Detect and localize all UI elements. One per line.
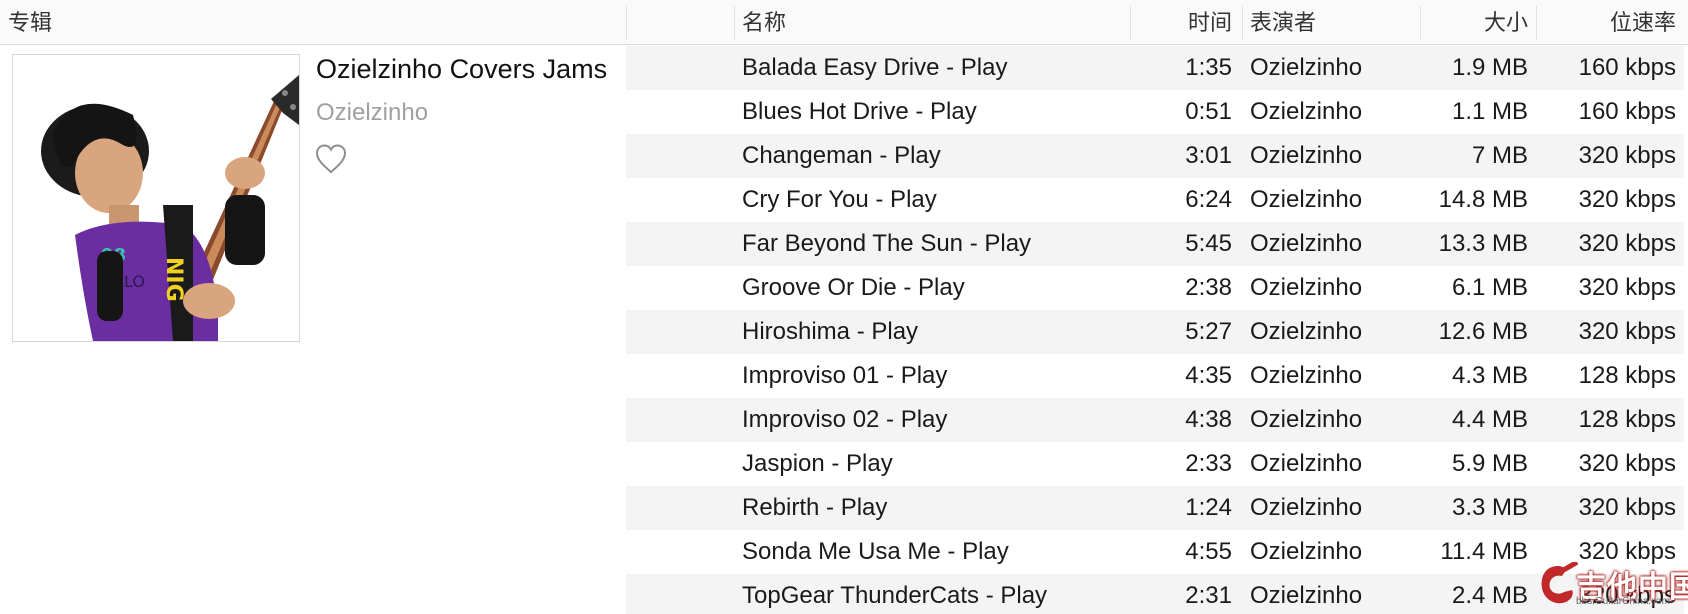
track-artist: Ozielzinho xyxy=(1250,54,1363,81)
track-artist: Ozielzinho xyxy=(1250,406,1363,433)
column-divider[interactable] xyxy=(1242,6,1243,40)
track-time: 2:33 xyxy=(1185,450,1232,477)
track-row[interactable]: Far Beyond The Sun - Play 5:45 Ozielzinho 1… xyxy=(626,222,1684,266)
track-artist: Ozielzinho xyxy=(1250,582,1363,609)
track-time: 5:45 xyxy=(1185,230,1232,257)
track-artist: Ozielzinho xyxy=(1250,142,1363,169)
track-size: 13.3 MB xyxy=(1438,230,1528,257)
track-name: Blues Hot Drive - Play xyxy=(742,98,977,125)
track-row[interactable]: Changeman - Play 3:01 Ozielzinho 7 MB 320 kb… xyxy=(626,134,1684,178)
track-bitrate: 320 kbps xyxy=(1578,318,1676,345)
track-row[interactable]: TopGear ThunderCats - Play 2:31 Ozielzinho… xyxy=(626,574,1684,614)
track-size: 14.8 MB xyxy=(1438,186,1528,213)
track-time: 4:55 xyxy=(1185,538,1232,565)
track-time: 1:35 xyxy=(1185,54,1232,81)
column-header-album[interactable]: 专辑 xyxy=(8,0,52,44)
track-artist: Ozielzinho xyxy=(1250,186,1363,213)
track-name: Jaspion - Play xyxy=(742,450,893,477)
track-artist: Ozielzinho xyxy=(1250,538,1363,565)
track-list: Balada Easy Drive - Play 1:35 Ozielzinho 1.… xyxy=(626,46,1684,614)
track-row[interactable]: Groove Or Die - Play 2:38 Ozielzinho 6.1 MB… xyxy=(626,266,1684,310)
music-library-window: 专辑 名称 时间 表演者 大小 位速率 NIG BLO Ozielzinho C… xyxy=(0,0,1688,614)
track-name: Cry For You - Play xyxy=(742,186,937,213)
track-bitrate: 160 kbps xyxy=(1578,54,1676,81)
track-name: Improviso 02 - Play xyxy=(742,406,948,433)
watermark-url: bbs.GuitarChina.com xyxy=(1576,596,1670,607)
track-artist: Ozielzinho xyxy=(1250,450,1363,477)
track-time: 1:24 xyxy=(1185,494,1232,521)
track-size: 2.4 MB xyxy=(1451,582,1528,609)
track-size: 6.1 MB xyxy=(1451,274,1528,301)
track-time: 5:27 xyxy=(1185,318,1232,345)
album-artist[interactable]: Ozielzinho xyxy=(316,99,428,127)
column-header-bar: 专辑 名称 时间 表演者 大小 位速率 xyxy=(0,0,1688,45)
track-name: Groove Or Die - Play xyxy=(742,274,965,301)
track-row[interactable]: Rebirth - Play 1:24 Ozielzinho 3.3 MB 320 kb… xyxy=(626,486,1684,530)
track-time: 3:01 xyxy=(1185,142,1232,169)
track-time: 2:38 xyxy=(1185,274,1232,301)
watermark-logo: 吉他中国 bbs.GuitarChina.com xyxy=(1536,560,1688,610)
track-row[interactable]: Balada Easy Drive - Play 1:35 Ozielzinho 1.… xyxy=(626,46,1684,90)
track-row[interactable]: Blues Hot Drive - Play 0:51 Ozielzinho 1.1 … xyxy=(626,90,1684,134)
track-bitrate: 160 kbps xyxy=(1578,98,1676,125)
album-artwork[interactable]: NIG 98 BLO xyxy=(12,54,300,342)
track-bitrate: 320 kbps xyxy=(1578,186,1676,213)
column-header-artist[interactable]: 表演者 xyxy=(1250,0,1316,44)
track-artist: Ozielzinho xyxy=(1250,274,1363,301)
track-size: 4.3 MB xyxy=(1451,362,1528,389)
track-name: TopGear ThunderCats - Play xyxy=(742,582,1048,609)
track-size: 7 MB xyxy=(1471,142,1528,169)
track-row[interactable]: Jaspion - Play 2:33 Ozielzinho 5.9 MB 320 kb… xyxy=(626,442,1684,486)
column-header-bitrate[interactable]: 位速率 xyxy=(1540,0,1676,44)
track-time: 2:31 xyxy=(1185,582,1232,609)
album-artwork-image: NIG 98 BLO xyxy=(13,55,299,341)
track-row[interactable]: Cry For You - Play 6:24 Ozielzinho 14.8 MB 3… xyxy=(626,178,1684,222)
track-size: 11.4 MB xyxy=(1440,538,1528,565)
column-divider[interactable] xyxy=(626,6,627,40)
heart-outline-icon[interactable] xyxy=(314,143,348,175)
svg-text:NIG: NIG xyxy=(161,257,186,302)
track-size: 3.3 MB xyxy=(1451,494,1528,521)
track-row[interactable]: Improviso 01 - Play 4:35 Ozielzinho 4.3 MB 1… xyxy=(626,354,1684,398)
track-size: 5.9 MB xyxy=(1451,450,1528,477)
track-time: 4:35 xyxy=(1185,362,1232,389)
track-bitrate: 320 kbps xyxy=(1578,274,1676,301)
column-header-time[interactable]: 时间 xyxy=(1126,0,1232,44)
track-name: Balada Easy Drive - Play xyxy=(742,54,1008,81)
track-artist: Ozielzinho xyxy=(1250,362,1363,389)
track-row[interactable]: Improviso 02 - Play 4:38 Ozielzinho 4.4 MB 1… xyxy=(626,398,1684,442)
track-size: 4.4 MB xyxy=(1451,406,1528,433)
track-name: Sonda Me Usa Me - Play xyxy=(742,538,1009,565)
track-name: Changeman - Play xyxy=(742,142,941,169)
track-size: 12.6 MB xyxy=(1438,318,1528,345)
track-artist: Ozielzinho xyxy=(1250,318,1363,345)
guitar-logo-icon xyxy=(1541,562,1579,604)
track-bitrate: 320 kbps xyxy=(1578,494,1676,521)
track-row[interactable]: Hiroshima - Play 5:27 Ozielzinho 12.6 MB 320… xyxy=(626,310,1684,354)
track-name: Rebirth - Play xyxy=(742,494,888,521)
track-row[interactable]: Sonda Me Usa Me - Play 4:55 Ozielzinho 11.4… xyxy=(626,530,1684,574)
track-bitrate: 320 kbps xyxy=(1578,230,1676,257)
track-time: 0:51 xyxy=(1185,98,1232,125)
column-divider[interactable] xyxy=(1536,6,1537,40)
column-divider[interactable] xyxy=(734,6,735,40)
track-name: Far Beyond The Sun - Play xyxy=(742,230,1032,257)
track-bitrate: 320 kbps xyxy=(1578,142,1676,169)
track-bitrate: 128 kbps xyxy=(1578,406,1676,433)
track-bitrate: 320 kbps xyxy=(1578,450,1676,477)
track-time: 4:38 xyxy=(1185,406,1232,433)
track-bitrate: 128 kbps xyxy=(1578,362,1676,389)
track-time: 6:24 xyxy=(1185,186,1232,213)
track-name: Hiroshima - Play xyxy=(742,318,919,345)
track-artist: Ozielzinho xyxy=(1250,230,1363,257)
track-artist: Ozielzinho xyxy=(1250,494,1363,521)
column-header-size[interactable]: 大小 xyxy=(1420,0,1528,44)
track-size: 1.9 MB xyxy=(1451,54,1528,81)
track-artist: Ozielzinho xyxy=(1250,98,1363,125)
track-size: 1.1 MB xyxy=(1451,98,1528,125)
column-header-name[interactable]: 名称 xyxy=(742,0,786,44)
track-name: Improviso 01 - Play xyxy=(742,362,948,389)
album-title: Ozielzinho Covers Jams xyxy=(316,54,608,84)
